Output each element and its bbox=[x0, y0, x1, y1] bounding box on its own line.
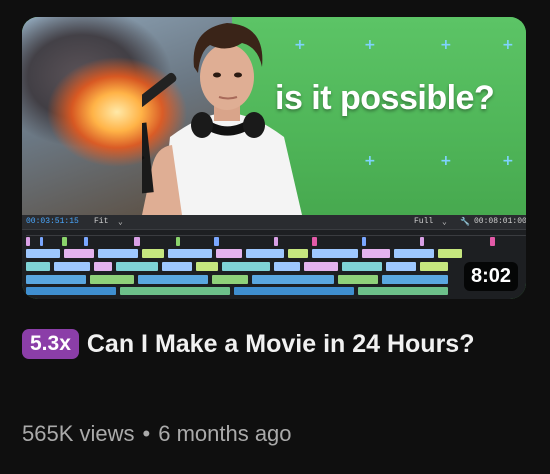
timeline-clip bbox=[338, 275, 378, 284]
wrench-icon: 🔧 bbox=[460, 218, 470, 227]
timeline-clip bbox=[288, 249, 308, 258]
timeline-clip bbox=[312, 249, 358, 258]
tracking-marker-icon: + bbox=[502, 37, 514, 53]
timeline-clip bbox=[26, 287, 116, 295]
timeline-clip bbox=[134, 237, 140, 246]
tracking-marker-icon: + bbox=[364, 37, 376, 53]
video-title[interactable]: Can I Make a Movie in 24 Hours? bbox=[87, 330, 475, 358]
timeline-clip bbox=[94, 262, 112, 271]
timeline-clip bbox=[176, 237, 180, 246]
timeline-clip bbox=[274, 237, 278, 246]
timeline-clip bbox=[26, 275, 86, 284]
thumbnail-headline: is it possible? bbox=[275, 79, 495, 117]
timeline-clip bbox=[490, 237, 495, 246]
thumbnail-scene: + + + + + + + is it possible? bbox=[22, 17, 526, 215]
editing-timeline: 00:03:51:15 Fit ⌄ Full ⌄ 🔧 00:08:01:00 bbox=[22, 215, 526, 299]
timeline-clip bbox=[358, 287, 448, 295]
timeline-clip bbox=[212, 275, 248, 284]
timeline-clip bbox=[98, 249, 138, 258]
timeline-clip bbox=[362, 249, 390, 258]
timeline-clip bbox=[62, 237, 67, 246]
timeline-clip bbox=[252, 275, 334, 284]
separator-dot: • bbox=[142, 421, 151, 446]
timeline-clip bbox=[386, 262, 416, 271]
timeline-clip bbox=[84, 237, 88, 246]
timeline-ruler bbox=[26, 235, 526, 236]
timeline-clip bbox=[234, 287, 354, 295]
view-count: 565K views bbox=[22, 421, 135, 446]
video-title-row[interactable]: 5.3x Can I Make a Movie in 24 Hours? bbox=[22, 326, 502, 362]
timeline-clip bbox=[26, 262, 50, 271]
timeline-clip bbox=[120, 287, 230, 295]
timeline-clip bbox=[246, 249, 284, 258]
timeline-clip bbox=[54, 262, 90, 271]
timeline-clip bbox=[64, 249, 94, 258]
upload-age: 6 months ago bbox=[158, 421, 292, 446]
timecode-right: 00:08:01:00 bbox=[474, 217, 526, 226]
timeline-clip bbox=[382, 275, 448, 284]
timeline-clip bbox=[420, 237, 424, 246]
timeline-clip bbox=[168, 249, 212, 258]
timeline-clip bbox=[90, 275, 134, 284]
timeline-clip bbox=[420, 262, 448, 271]
tracking-marker-icon: + bbox=[440, 37, 452, 53]
timeline-clip bbox=[304, 262, 338, 271]
timeline-clip bbox=[362, 237, 366, 246]
timeline-clip bbox=[196, 262, 218, 271]
tracking-marker-icon: + bbox=[364, 153, 376, 169]
tracking-marker-icon: + bbox=[502, 153, 514, 169]
video-stats: 565K views • 6 months ago bbox=[22, 421, 292, 447]
full-label: Full bbox=[414, 217, 434, 226]
timeline-clip bbox=[26, 237, 30, 246]
timeline-clip bbox=[274, 262, 300, 271]
timeline-clip bbox=[214, 237, 219, 246]
timeline-header: 00:03:51:15 Fit ⌄ Full ⌄ 🔧 00:08:01:00 bbox=[22, 215, 526, 230]
multiplier-badge: 5.3x bbox=[22, 329, 79, 359]
timeline-clip bbox=[40, 237, 43, 246]
timeline-clip bbox=[138, 275, 208, 284]
timeline-clip bbox=[222, 262, 270, 271]
timeline-clip bbox=[26, 249, 60, 258]
timecode-left: 00:03:51:15 bbox=[26, 217, 79, 226]
tracking-marker-icon: + bbox=[440, 153, 452, 169]
timeline-clip bbox=[394, 249, 434, 258]
timeline-clip bbox=[342, 262, 382, 271]
timeline-clip bbox=[116, 262, 158, 271]
timeline-clip bbox=[312, 237, 317, 246]
fit-label: Fit bbox=[94, 217, 109, 226]
timeline-clip bbox=[162, 262, 192, 271]
timeline-clip bbox=[216, 249, 242, 258]
timeline-clip bbox=[438, 249, 462, 258]
chevron-down-icon: ⌄ bbox=[118, 218, 123, 227]
video-thumbnail[interactable]: + + + + + + + is it possible? 00:03:51:1… bbox=[22, 17, 526, 299]
video-details: 5.3x Can I Make a Movie in 24 Hours? bbox=[22, 326, 502, 362]
timeline-clip bbox=[142, 249, 164, 258]
duration-badge: 8:02 bbox=[463, 262, 518, 291]
chevron-down-icon: ⌄ bbox=[442, 218, 447, 227]
video-card[interactable]: + + + + + + + is it possible? 00:03:51:1… bbox=[0, 0, 550, 474]
